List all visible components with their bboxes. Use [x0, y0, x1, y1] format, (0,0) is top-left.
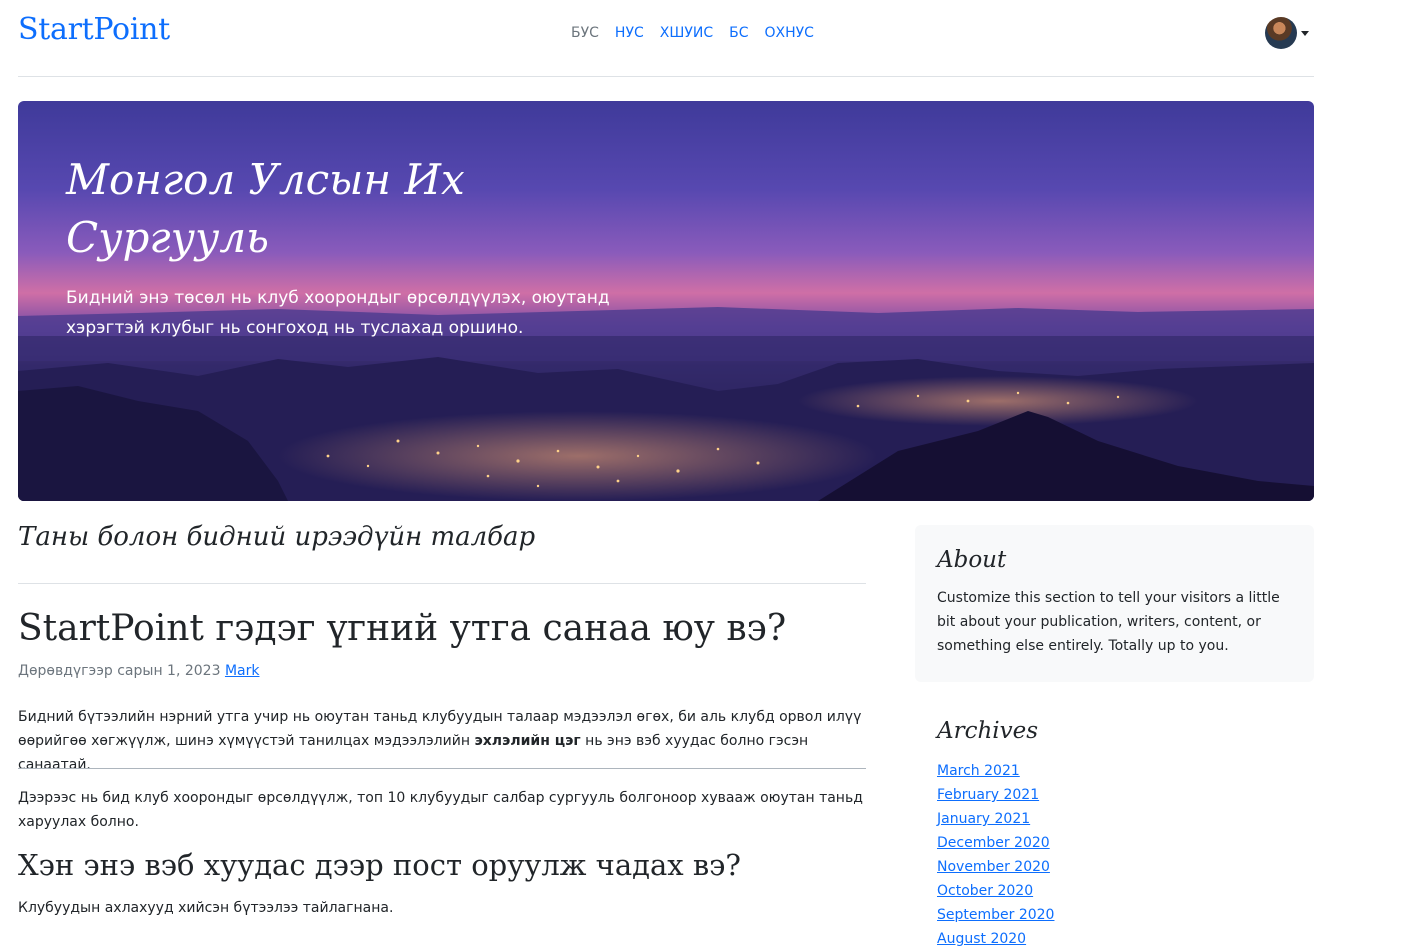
list-item: November 2020: [937, 855, 1054, 879]
list-item: December 2020: [937, 831, 1054, 855]
post-meta: Дөрөвдүгээр сарын 1, 2023 Mark: [18, 663, 259, 679]
school-nav: БУС НУС ХШУИС БС ОХНУС: [571, 25, 814, 41]
hero-title: Монгол Улсын Их Сургууль: [66, 155, 465, 262]
list-item: August 2020: [937, 927, 1054, 951]
post-paragraph-1-bold: эхлэлийн цэг: [474, 733, 581, 749]
nav-link-ohnus[interactable]: ОХНУС: [765, 25, 814, 41]
about-box: About Customize this section to tell you…: [915, 525, 1314, 682]
nav-link-bs[interactable]: БС: [729, 25, 748, 41]
about-text: Customize this section to tell your visi…: [937, 590, 1280, 654]
archive-link-march-2021[interactable]: March 2021: [937, 763, 1020, 779]
archive-link-november-2020[interactable]: November 2020: [937, 859, 1050, 875]
hero-lead-text: Бидний энэ төсөл нь клуб хоорондыг өрсөл…: [66, 288, 610, 338]
archive-link-august-2020[interactable]: August 2020: [937, 931, 1026, 947]
post-paragraph-2: Дээрээс нь бид клуб хоорондыг өрсөлдүүлж…: [18, 790, 863, 830]
section-tagline: Таны болон бидний ирээдүйн талбар: [18, 522, 866, 584]
post-paragraph-1: Бидний бүтээлийн нэрний утга учир нь оюу…: [18, 705, 866, 777]
archive-link-february-2021[interactable]: February 2021: [937, 787, 1039, 803]
archive-link-september-2020[interactable]: September 2020: [937, 907, 1054, 923]
post-date: Дөрөвдүгээр сарын 1, 2023: [18, 663, 221, 679]
archive-link-december-2020[interactable]: December 2020: [937, 835, 1050, 851]
hero-banner: Монгол Улсын Их Сургууль Бидний энэ төсө…: [18, 101, 1314, 501]
archives-list: March 2021 February 2021 January 2021 De…: [937, 759, 1054, 951]
post-author-link[interactable]: Mark: [225, 663, 260, 679]
user-menu-toggle[interactable]: [1265, 17, 1309, 49]
list-item: March 2021: [937, 759, 1054, 783]
post-divider: [18, 768, 866, 769]
post-paragraph-3: Клубуудын ахлахууд хийсэн бүтээлээ тайла…: [18, 900, 394, 916]
list-item: September 2020: [937, 903, 1054, 927]
list-item: January 2021: [937, 807, 1054, 831]
archive-link-october-2020[interactable]: October 2020: [937, 883, 1033, 899]
page-container: StartPoint БУС НУС ХШУИС БС ОХНУС Монгол…: [18, 0, 1314, 947]
post-title: StartPoint гэдэг үгний утга санаа юу вэ?: [18, 608, 787, 649]
list-item: October 2020: [937, 879, 1054, 903]
site-header: StartPoint БУС НУС ХШУИС БС ОХНУС: [18, 0, 1314, 77]
nav-link-bus[interactable]: БУС: [571, 25, 599, 41]
nav-link-hshuis[interactable]: ХШУИС: [660, 25, 713, 41]
post-subheading: Хэн энэ вэб хуудас дээр пост оруулж чада…: [18, 848, 741, 882]
brand-logo-link[interactable]: StartPoint: [18, 12, 170, 47]
archives-heading: Archives: [937, 718, 1039, 744]
nav-link-nus[interactable]: НУС: [615, 25, 644, 41]
about-heading: About: [937, 547, 1007, 573]
list-item: February 2021: [937, 783, 1054, 807]
archive-link-january-2021[interactable]: January 2021: [937, 811, 1030, 827]
chevron-down-icon: [1301, 30, 1309, 36]
user-avatar: [1265, 17, 1297, 49]
